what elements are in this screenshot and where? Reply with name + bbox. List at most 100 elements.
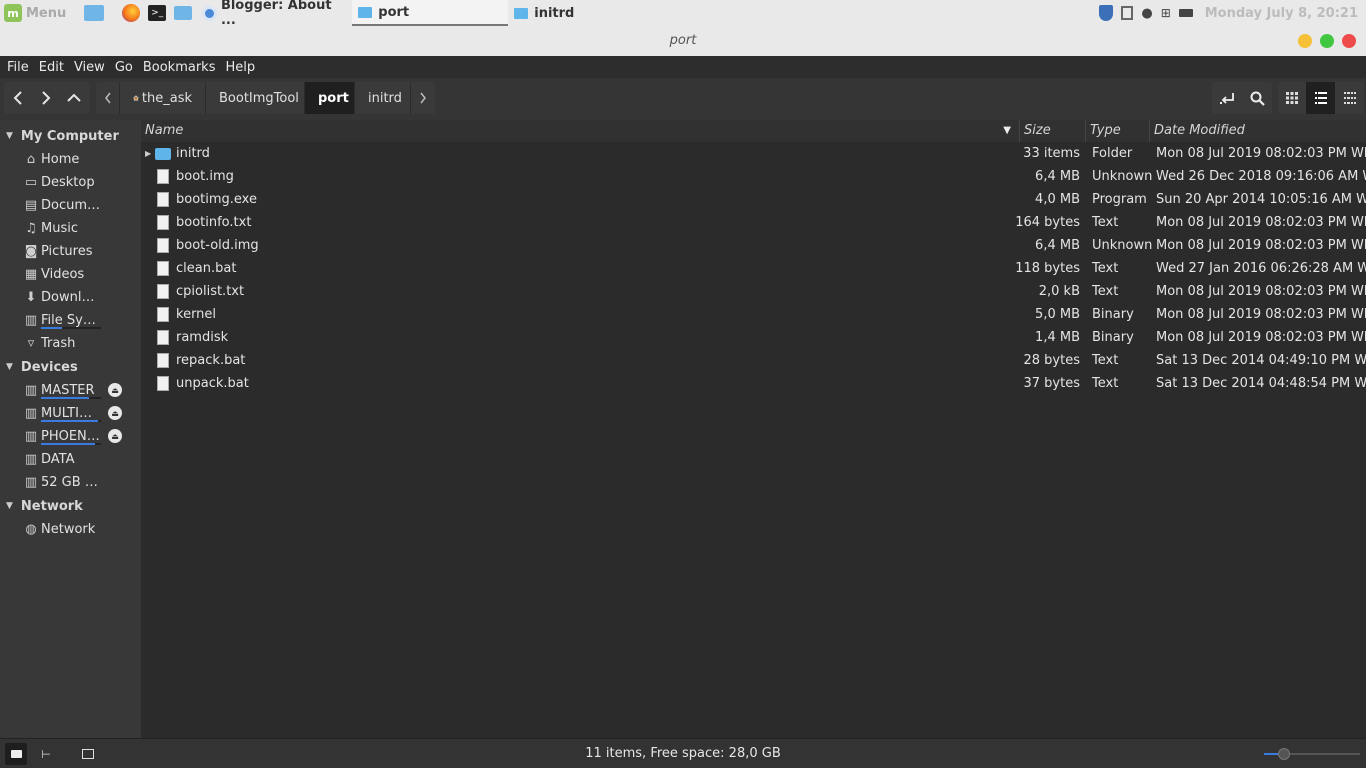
terminal-launcher[interactable]: >_	[144, 0, 170, 26]
sidebar-item-network-0[interactable]: ◍ Network	[0, 518, 141, 541]
breadcrumb-port[interactable]: port	[305, 82, 355, 114]
breadcrumb-label: the_ask	[141, 90, 192, 106]
window-titlebar[interactable]: port	[0, 26, 1366, 56]
file-icon	[157, 376, 169, 391]
toggle-location-button[interactable]	[1212, 82, 1242, 114]
column-name[interactable]: Name ▼	[141, 120, 1019, 142]
file-type: Unknown	[1092, 238, 1153, 253]
file-size: 6,4 MB	[1035, 169, 1080, 184]
sidebar-item-my_computer-5[interactable]: ▦ Videos	[0, 263, 141, 286]
sidebar-item-devices-0[interactable]: ▥ MASTER ⏏	[0, 379, 141, 402]
sidebar-item-devices-3[interactable]: ▥ DATA	[0, 448, 141, 471]
eject-icon[interactable]: ⏏	[108, 383, 122, 397]
clock[interactable]: Monday July 8, 20:21	[1205, 6, 1358, 21]
breadcrumb-bootimgtool[interactable]: BootImgTool	[206, 82, 305, 114]
expand-arrow-icon[interactable]: ▶	[145, 142, 151, 165]
menu-edit[interactable]: Edit	[34, 60, 69, 75]
task-initrd[interactable]: initrd	[508, 0, 664, 26]
sidebar-item-devices-2[interactable]: ▥ PHOENI... ⏏	[0, 425, 141, 448]
sidebar-section-devices[interactable]: ▼ Devices	[0, 355, 141, 379]
section-title: Devices	[20, 359, 78, 375]
table-row[interactable]: repack.bat 28 bytes Text Sat 13 Dec 2014 04…	[141, 349, 1366, 372]
breadcrumb-initrd[interactable]: initrd	[355, 82, 411, 114]
notes-icon[interactable]	[1121, 6, 1134, 20]
sidebar-item-devices-1[interactable]: ▥ MULTIM... ⏏	[0, 402, 141, 425]
breadcrumb-scroll-right[interactable]	[411, 82, 435, 114]
icon-view-button[interactable]	[1278, 82, 1306, 114]
show-desktop-launcher[interactable]	[80, 0, 108, 26]
minimize-button[interactable]	[1298, 34, 1312, 48]
videos-icon: ▦	[24, 267, 38, 282]
forward-button[interactable]	[32, 82, 60, 114]
menu-button[interactable]: m Menu	[0, 0, 70, 26]
task-port[interactable]: port	[352, 0, 509, 26]
column-label: Size	[1024, 123, 1051, 138]
menu-help[interactable]: Help	[220, 60, 260, 75]
file-size: 1,4 MB	[1035, 330, 1080, 345]
sidebar-item-label: File Syst...	[41, 313, 101, 328]
up-button[interactable]	[60, 82, 88, 114]
file-size: 37 bytes	[1023, 376, 1081, 391]
table-row[interactable]: bootimg.exe 4,0 MB Program Sun 20 Apr 2014 …	[141, 188, 1366, 211]
table-row[interactable]: ramdisk 1,4 MB Binary Mon 08 Jul 2019 08:02…	[141, 326, 1366, 349]
menu-file[interactable]: File	[2, 60, 34, 75]
sidebar-section-network[interactable]: ▼ Network	[0, 494, 141, 518]
sidebar-section-my-computer[interactable]: ▼ My Computer	[0, 124, 141, 148]
location-entry-icon	[1220, 93, 1234, 104]
files-launcher[interactable]	[170, 0, 196, 26]
sidebar-item-my_computer-2[interactable]: ▤ Docume...	[0, 194, 141, 217]
table-row[interactable]: kernel 5,0 MB Binary Mon 08 Jul 2019 08:02:…	[141, 303, 1366, 326]
table-row[interactable]: cpiolist.txt 2,0 kB Text Mon 08 Jul 2019 08…	[141, 280, 1366, 303]
back-button[interactable]	[4, 82, 32, 114]
file-type: Text	[1092, 261, 1119, 276]
menu-view[interactable]: View	[69, 60, 110, 75]
sidebar-item-my_computer-7[interactable]: ▥ File Syst...	[0, 309, 141, 332]
network-icon[interactable]: ⊞	[1161, 6, 1171, 20]
sidebar-item-devices-4[interactable]: ▥ 52 GB V...	[0, 471, 141, 494]
maximize-button[interactable]	[1320, 34, 1334, 48]
compact-view-button[interactable]	[1335, 82, 1364, 114]
user-icon[interactable]: ●	[1141, 6, 1152, 21]
battery-icon[interactable]	[1178, 9, 1193, 17]
task-blogger[interactable]: Blogger: About ...	[196, 0, 352, 28]
table-row[interactable]: boot-old.img 6,4 MB Unknown Mon 08 Jul 2019…	[141, 234, 1366, 257]
table-row[interactable]: unpack.bat 37 bytes Text Sat 13 Dec 2014 04…	[141, 372, 1366, 395]
column-size[interactable]: Size	[1019, 120, 1085, 142]
table-row[interactable]: boot.img 6,4 MB Unknown Wed 26 Dec 2018 09:…	[141, 165, 1366, 188]
breadcrumb-scroll-left[interactable]	[96, 82, 120, 114]
menu-bookmarks[interactable]: Bookmarks	[138, 60, 221, 75]
sidebar-item-my_computer-4[interactable]: ◙ Pictures	[0, 240, 141, 263]
close-button[interactable]	[1342, 34, 1356, 48]
sidebar-item-my_computer-3[interactable]: ♫ Music	[0, 217, 141, 240]
music-icon: ♫	[25, 221, 37, 236]
zoom-slider-handle[interactable]	[1278, 748, 1290, 760]
sidebar-item-my_computer-0[interactable]: ⌂ Home	[0, 148, 141, 171]
shield-icon[interactable]	[1099, 5, 1114, 21]
table-row[interactable]: ▶ initrd 33 items Folder Mon 08 Jul 2019 08:…	[141, 142, 1366, 165]
search-button[interactable]	[1242, 82, 1272, 114]
folder-icon	[155, 148, 171, 160]
table-row[interactable]: bootinfo.txt 164 bytes Text Mon 08 Jul 2019…	[141, 211, 1366, 234]
drive-icon: ▥	[24, 383, 38, 398]
sidebar-item-my_computer-1[interactable]: ▭ Desktop	[0, 171, 141, 194]
file-size: 164 bytes	[1015, 215, 1080, 230]
column-header: Name ▼ Size Type Date Modified	[141, 120, 1366, 142]
eject-icon[interactable]: ⏏	[108, 406, 122, 420]
menu-go[interactable]: Go	[110, 60, 138, 75]
firefox-launcher[interactable]	[118, 0, 144, 26]
menu-label: Menu	[26, 5, 67, 21]
breadcrumb-the-ask[interactable]: the_ask	[120, 82, 206, 114]
drive-icon: ▥	[24, 313, 38, 328]
column-date-modified[interactable]: Date Modified	[1149, 120, 1366, 142]
downloads-icon: ⬇	[25, 290, 37, 305]
sidebar-item-my_computer-6[interactable]: ⬇ Downloa...	[0, 286, 141, 309]
list-view-button[interactable]	[1306, 82, 1335, 114]
expand-triangle-icon: ▼	[6, 131, 13, 141]
eject-icon[interactable]: ⏏	[108, 429, 122, 443]
column-type[interactable]: Type	[1085, 120, 1149, 142]
file-name: repack.bat	[176, 353, 246, 368]
file-icon	[157, 330, 169, 345]
table-row[interactable]: clean.bat 118 bytes Text Wed 27 Jan 2016 06…	[141, 257, 1366, 280]
sidebar-item-my_computer-8[interactable]: ▿ Trash	[0, 332, 141, 355]
folder-icon	[358, 6, 373, 18]
